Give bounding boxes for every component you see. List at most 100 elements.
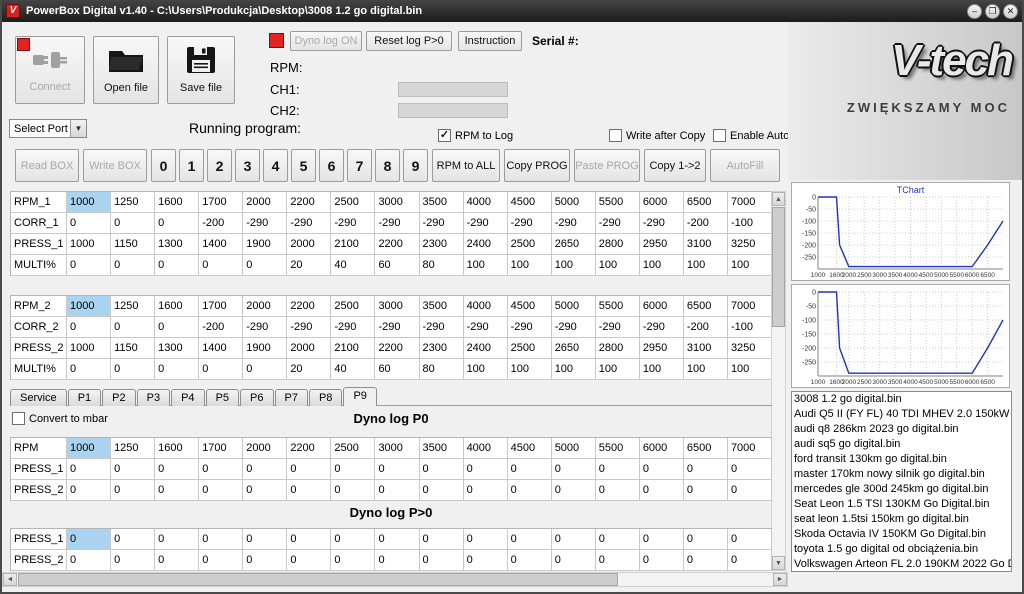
table-cell[interactable]: 0 [464,459,508,480]
table-cell[interactable]: 2200 [287,192,331,213]
file-item[interactable]: Skoda Octavia IV 150KM Go Digital.bin [792,527,1011,542]
table-cell[interactable]: 0 [199,480,243,501]
vertical-scroll-thumb[interactable] [772,207,785,327]
table-cell[interactable]: 0 [243,529,287,550]
table-cell[interactable]: 0 [243,480,287,501]
digit-button-2[interactable]: 2 [207,149,232,182]
table-cell[interactable]: 0 [155,550,199,571]
table-cell[interactable]: 0 [243,550,287,571]
table-cell[interactable]: 3000 [375,192,419,213]
table-cell[interactable]: 2200 [287,296,331,317]
table-cell[interactable]: 1600 [155,296,199,317]
tab-p6[interactable]: P6 [240,389,273,406]
table-cell[interactable]: 6000 [640,192,684,213]
table-cell[interactable]: 0 [640,480,684,501]
table-cell[interactable]: 4000 [464,438,508,459]
table-cell[interactable]: 2300 [420,234,464,255]
table-cell[interactable]: 100 [596,255,640,276]
table-cell[interactable]: 0 [155,255,199,276]
table-cell[interactable]: 2500 [508,338,552,359]
horizontal-scrollbar[interactable]: ◄ ► [2,572,788,587]
table-cell[interactable]: 0 [155,359,199,380]
table-cell[interactable]: 80 [420,255,464,276]
save-file-button[interactable]: Save file [167,36,235,104]
table-cell[interactable]: -290 [243,213,287,234]
table-cell[interactable]: 0 [464,550,508,571]
table-cell[interactable]: 2200 [287,438,331,459]
table-cell[interactable]: 0 [640,550,684,571]
table-cell[interactable]: 100 [640,255,684,276]
table-cell[interactable]: -290 [287,317,331,338]
tab-p8[interactable]: P8 [309,389,342,406]
table-cell[interactable]: 1300 [155,338,199,359]
table-cell[interactable]: 2500 [331,192,375,213]
instruction-button[interactable]: Instruction [458,31,522,51]
table-cell[interactable]: 60 [375,255,419,276]
table-cell[interactable]: 0 [67,550,111,571]
table-cell[interactable]: 100 [596,359,640,380]
paste-prog-button[interactable]: Paste PROG [574,149,640,182]
table-cell[interactable]: 6500 [684,192,728,213]
table-cell[interactable]: 1700 [199,438,243,459]
table-cell[interactable]: -100 [728,317,772,338]
table-cell[interactable]: 1400 [199,234,243,255]
table-cell[interactable]: 7000 [728,296,772,317]
table-cell[interactable]: 5000 [552,296,596,317]
chevron-down-icon[interactable]: ▼ [70,120,86,137]
table-cell[interactable]: -200 [199,213,243,234]
table-cell[interactable]: 0 [552,459,596,480]
table-cell[interactable]: -290 [464,317,508,338]
file-item[interactable]: audi sq5 go digital.bin [792,437,1011,452]
table-cell[interactable]: 0 [331,480,375,501]
table-cell[interactable]: 100 [508,359,552,380]
table-cell[interactable]: 0 [684,480,728,501]
table-cell[interactable]: 100 [728,359,772,380]
table-cell[interactable]: 0 [111,317,155,338]
digit-button-9[interactable]: 9 [403,149,428,182]
table-cell[interactable]: -290 [552,317,596,338]
copy-1-to-2-button[interactable]: Copy 1->2 [644,149,706,182]
tab-p2[interactable]: P2 [102,389,135,406]
table-cell[interactable]: 0 [243,359,287,380]
table-cell[interactable]: 3250 [728,338,772,359]
table-cell[interactable]: -290 [375,213,419,234]
table-cell[interactable]: 1000 [67,438,111,459]
table-cell[interactable]: 0 [420,480,464,501]
table-cell[interactable]: 0 [728,480,772,501]
table-cell[interactable]: 6500 [684,296,728,317]
table-cell[interactable]: -200 [684,213,728,234]
table-cell[interactable]: 1700 [199,296,243,317]
table-cell[interactable]: 0 [331,459,375,480]
table-cell[interactable]: 0 [331,529,375,550]
table-cell[interactable]: 0 [552,529,596,550]
table-cell[interactable]: 0 [640,529,684,550]
table-cell[interactable]: 0 [67,359,111,380]
tab-p5[interactable]: P5 [206,389,239,406]
digit-button-4[interactable]: 4 [263,149,288,182]
table-cell[interactable]: 0 [684,529,728,550]
table-cell[interactable]: -290 [420,213,464,234]
table-cell[interactable]: -290 [596,317,640,338]
table-cell[interactable]: 3000 [375,296,419,317]
table-cell[interactable]: 20 [287,255,331,276]
table-cell[interactable]: 1600 [155,192,199,213]
table-cell[interactable]: -200 [684,317,728,338]
table-cell[interactable]: 0 [420,459,464,480]
table-cell[interactable]: 1600 [155,438,199,459]
table-cell[interactable]: 0 [243,459,287,480]
table-cell[interactable]: 0 [596,529,640,550]
table-cell[interactable]: 4000 [464,296,508,317]
minimize-button[interactable]: – [967,4,982,19]
table-cell[interactable]: 3500 [420,192,464,213]
table-cell[interactable]: 1400 [199,338,243,359]
table-cell[interactable]: 1250 [111,438,155,459]
table-cell[interactable]: 0 [111,529,155,550]
table-cell[interactable]: 100 [508,255,552,276]
table-cell[interactable]: 0 [155,529,199,550]
table-cell[interactable]: -290 [420,317,464,338]
digit-button-5[interactable]: 5 [291,149,316,182]
table-cell[interactable]: 3500 [420,438,464,459]
write-after-copy-checkbox[interactable]: Write after Copy [609,129,705,142]
table-cell[interactable]: -100 [728,213,772,234]
table-cell[interactable]: 2000 [243,296,287,317]
